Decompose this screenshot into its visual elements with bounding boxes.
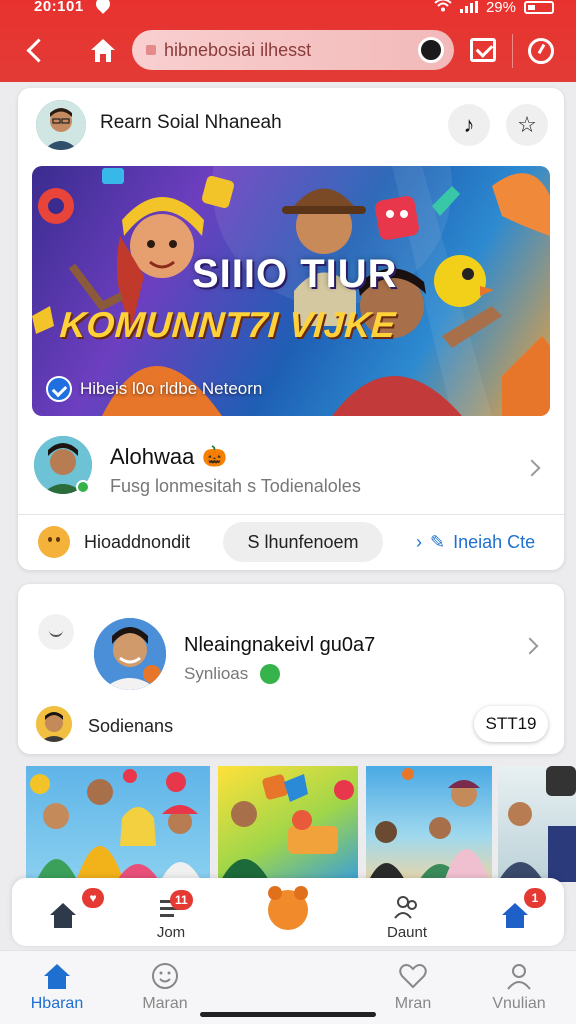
search-bar[interactable] (132, 30, 454, 70)
user-subtitle: Fusg lonmesitah s Todienaloles (110, 476, 361, 496)
notification-badge: 11 (170, 890, 193, 910)
nav-home-label: Hbaran (30, 995, 84, 1012)
emoji-reaction-icon[interactable] (38, 526, 70, 558)
user-name[interactable]: Alohwaa (110, 444, 194, 470)
quick-join-label: Jom (156, 924, 186, 941)
notification-badge: ♥ (82, 888, 104, 908)
home-indicator (200, 1012, 376, 1017)
heart-icon (399, 964, 427, 989)
friend-subtitle: Synlioas (184, 664, 249, 683)
post-card: Rearn Soial Nhaneah ♪ ☆ SIIIO TIUR KOMUN… (18, 88, 564, 570)
nav-home[interactable]: Hbaran (2, 959, 112, 1019)
app-header: 20:101 29% (0, 0, 576, 82)
post-action-row: Hioaddnondit S lhunfenoem › ✎ Ineiah Cte (18, 518, 564, 568)
lock-icon (146, 45, 156, 55)
footer-label: Sodienans (88, 716, 174, 736)
music-note-icon[interactable]: ♪ (448, 104, 490, 146)
profile-icon (507, 964, 531, 990)
back-icon[interactable] (22, 34, 50, 66)
link-action-label: Ineiah Cte (453, 532, 536, 552)
inbox-icon[interactable] (470, 38, 496, 62)
photo-strip (26, 766, 576, 882)
wifi-icon (434, 0, 452, 16)
bear-mascot-icon (268, 886, 308, 930)
smiley-icon[interactable] (38, 614, 74, 650)
online-status-dot (76, 480, 90, 494)
quick-mascot[interactable] (242, 886, 332, 942)
link-action[interactable]: › ✎ Ineiah Cte (416, 532, 535, 553)
signal-icon (459, 1, 478, 13)
quick-join[interactable]: 11 Jom (126, 886, 216, 942)
quick-people-label: Daunt (386, 924, 428, 941)
status-indicators: 29% (434, 0, 554, 16)
status-time: 20:101 (34, 0, 84, 15)
chevron-right-icon[interactable] (523, 459, 541, 477)
quick-home-alt[interactable]: 1 (468, 886, 558, 942)
friend-avatar[interactable] (94, 618, 166, 690)
suggestion-card: Nleaingnakeivl gu0a7 Synlioas Sodienans … (18, 584, 564, 754)
search-input[interactable] (164, 39, 414, 61)
user-emoji: 🎃 (202, 446, 227, 468)
star-icon[interactable]: ☆ (506, 104, 548, 146)
battery-icon (524, 0, 554, 14)
mini-avatar[interactable] (36, 706, 72, 742)
banner-caption-text: Hibeis l0o rldbe Neteorn (80, 379, 263, 398)
share-arrow-icon: › (416, 532, 422, 552)
photo-thumbnail[interactable] (218, 766, 358, 882)
nav-favorites-label: Mran (394, 995, 432, 1012)
chat-icon (260, 664, 280, 684)
smiley-icon (152, 963, 178, 989)
chevron-right-icon[interactable] (521, 637, 539, 655)
location-icon (93, 0, 113, 14)
verified-icon (46, 376, 72, 402)
divider (18, 514, 564, 515)
post-user-row[interactable]: Alohwaa 🎃 Fusg lonmesitah s Todienaloles (18, 428, 564, 508)
people-icon (394, 896, 417, 919)
home-icon (50, 903, 76, 928)
nav-profile-label: Vnulian (492, 995, 546, 1012)
friend-name[interactable]: Nleaingnakeivl gu0a7 (184, 634, 375, 657)
banner-title: SIIIO TIUR (192, 252, 398, 296)
banner-subtitle: KOMUNNT7I VIJKE (58, 304, 398, 345)
photo-thumbnail[interactable] (26, 766, 210, 882)
quick-action-bar: ♥ 11 Jom Daunt 1 (12, 878, 564, 946)
pencil-icon: ✎ (430, 532, 446, 552)
notification-badge: 1 (524, 888, 546, 908)
pill-button[interactable]: S lhunfenoem (223, 522, 383, 562)
quick-people[interactable]: Daunt (362, 886, 452, 942)
status-bar: 20:101 29% (0, 0, 576, 20)
nav-emoji[interactable]: Maran (110, 959, 220, 1019)
nav-favorites[interactable]: Mran (358, 959, 468, 1019)
post-banner-image[interactable]: SIIIO TIUR KOMUNNT7I VIJKE Hibeis l0o rl… (32, 166, 550, 416)
home-icon (44, 964, 70, 989)
banner-caption: Hibeis l0o rldbe Neteorn (46, 376, 262, 402)
nav-emoji-label: Maran (142, 995, 188, 1012)
battery-percent: 29% (485, 0, 516, 16)
camera-icon[interactable] (418, 37, 444, 63)
divider (512, 34, 513, 68)
page-name[interactable]: Rearn Soial Nhaneah (100, 112, 282, 134)
photo-thumbnail[interactable] (366, 766, 492, 882)
nav-profile[interactable]: Vnulian (464, 959, 574, 1019)
clock-icon[interactable] (528, 38, 554, 64)
page-avatar[interactable] (36, 100, 86, 150)
suggestion-button[interactable]: STT19 (474, 706, 548, 742)
quick-home[interactable]: ♥ (18, 886, 108, 942)
home-icon[interactable] (88, 36, 118, 64)
photo-thumbnail[interactable] (498, 766, 576, 882)
reaction-label[interactable]: Hioaddnondit (84, 532, 190, 553)
